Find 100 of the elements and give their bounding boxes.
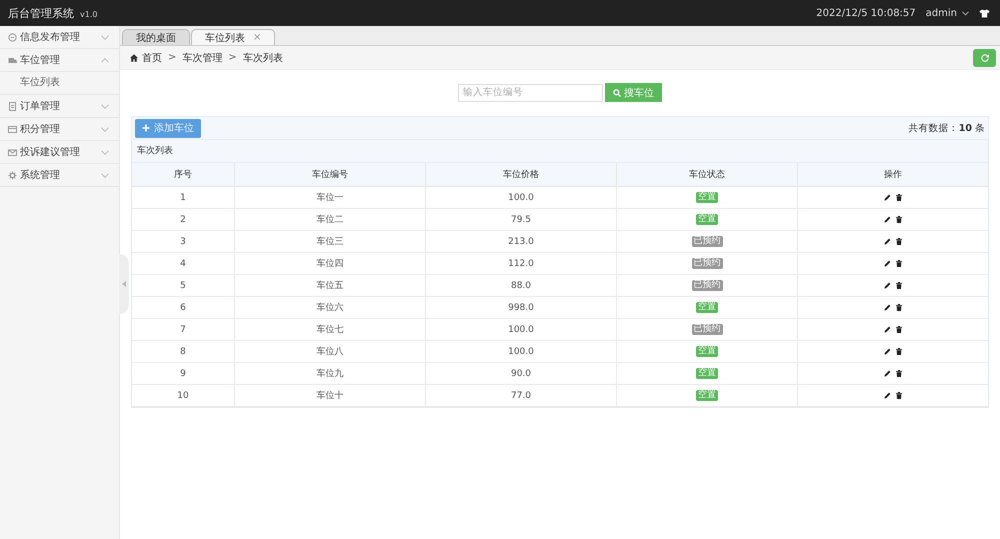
- table-cell: 213.0: [426, 230, 616, 252]
- home-icon: [130, 54, 138, 62]
- delete-button[interactable]: [896, 238, 902, 245]
- edit-button[interactable]: [884, 326, 891, 333]
- plus-icon: [142, 124, 150, 132]
- user-menu[interactable]: admin: [926, 8, 969, 18]
- tab[interactable]: 我的桌面: [122, 29, 190, 45]
- chevron-down-icon: [101, 172, 109, 178]
- search-field[interactable]: 输入车位编号: [458, 84, 603, 102]
- refresh-icon: [980, 54, 988, 62]
- delete-button[interactable]: [896, 304, 902, 311]
- table-cell: 9: [132, 362, 234, 384]
- pencil-icon: [884, 194, 891, 201]
- breadcrumb-separator: >: [228, 52, 237, 63]
- table-cell: 6: [132, 296, 234, 318]
- pencil-icon: [884, 370, 891, 377]
- column-header: 车位价格: [426, 163, 616, 186]
- delete-button[interactable]: [896, 282, 902, 289]
- edit-button[interactable]: [884, 216, 891, 223]
- table-cell: 5: [132, 274, 234, 296]
- table-cell: 车位四: [234, 252, 426, 274]
- edit-button[interactable]: [884, 392, 891, 399]
- table-cell: 车位五: [234, 274, 426, 296]
- gear-icon: [8, 170, 17, 180]
- table-cell: 车位三: [234, 230, 426, 252]
- table-cell: 100.0: [426, 186, 616, 208]
- trash-icon: [896, 282, 902, 289]
- chevron-down-icon: [101, 150, 109, 154]
- delete-button[interactable]: [896, 370, 902, 377]
- delete-button[interactable]: [896, 326, 902, 333]
- table-cell: 100.0: [426, 318, 616, 340]
- delete-button[interactable]: [896, 260, 902, 267]
- caret-left-icon: [122, 281, 126, 287]
- breadcrumb-separator: >: [168, 52, 176, 63]
- chevron-down-icon: [101, 34, 109, 40]
- sidebar-item[interactable]: 订单管理: [0, 95, 119, 118]
- table-cell: 4: [132, 252, 234, 274]
- pencil-icon: [884, 392, 891, 399]
- breadcrumb-link[interactable]: 车次管理: [182, 50, 222, 64]
- table-cell: 3: [132, 230, 234, 252]
- status-tag: 空置: [696, 390, 718, 401]
- pencil-icon: [884, 326, 891, 333]
- table-cell: 90.0: [426, 362, 616, 384]
- edit-button[interactable]: [884, 194, 891, 201]
- pencil-icon: [884, 282, 891, 289]
- sidebar-item[interactable]: 系统管理: [0, 164, 119, 187]
- breadcrumb-link[interactable]: 车次列表: [242, 50, 283, 64]
- chevron-down-icon: [101, 104, 109, 108]
- table-cell: 112.0: [426, 252, 616, 274]
- table-cell: 车位二: [234, 208, 426, 230]
- t-shirt-icon: [979, 8, 990, 18]
- edit-button[interactable]: [884, 370, 891, 377]
- sidebar-subitem[interactable]: 车位列表: [0, 72, 119, 95]
- edit-button[interactable]: [884, 260, 891, 267]
- edit-button[interactable]: [884, 348, 891, 355]
- chevron-up-icon: [101, 58, 109, 62]
- version-label: v1.0: [80, 10, 98, 18]
- trash-icon: [896, 392, 902, 399]
- trash-icon: [896, 194, 902, 201]
- trash-icon: [896, 348, 902, 355]
- datetime-text: 2022/12/5 10:08:57: [816, 8, 916, 18]
- table-cell: 车位九: [234, 362, 426, 384]
- table-cell: 车位十: [234, 384, 426, 406]
- tab[interactable]: 车位列表 ×: [191, 29, 276, 45]
- collapse-handle[interactable]: [119, 254, 129, 314]
- card-icon: [8, 124, 17, 134]
- status-tag: 空置: [696, 302, 718, 313]
- status-tag: 已预约: [692, 236, 722, 247]
- table-cell: 100.0: [426, 340, 616, 362]
- edit-button[interactable]: [884, 304, 891, 311]
- table-cell: 车位六: [234, 296, 426, 318]
- trash-icon: [896, 238, 902, 245]
- status-tag: 空置: [696, 346, 718, 357]
- status-tag: 空置: [696, 214, 718, 225]
- sidebar-item[interactable]: 信息发布管理: [0, 26, 119, 49]
- breadcrumb-link[interactable]: 首页: [142, 50, 162, 64]
- column-header: 操作: [798, 163, 988, 186]
- status-tag: 已预约: [692, 258, 722, 269]
- table-cell: 车位八: [234, 340, 426, 362]
- delete-button[interactable]: [896, 348, 902, 355]
- table-cell: 车位一: [234, 186, 426, 208]
- table-cell: 8: [132, 340, 234, 362]
- table-cell: 77.0: [426, 384, 616, 406]
- pencil-icon: [884, 216, 891, 223]
- delete-button[interactable]: [896, 194, 902, 201]
- edit-button[interactable]: [884, 238, 891, 245]
- app-title: 后台管理系统: [8, 6, 74, 20]
- table-title: 车次列表: [132, 140, 988, 163]
- delete-button[interactable]: [896, 216, 902, 223]
- delete-button[interactable]: [896, 392, 902, 399]
- truck-icon: [8, 56, 17, 64]
- trash-icon: [896, 370, 902, 377]
- table-cell: 88.0: [426, 274, 616, 296]
- sidebar-item[interactable]: 积分管理: [0, 118, 119, 141]
- status-tag: 已预约: [692, 280, 722, 291]
- edit-button[interactable]: [884, 282, 891, 289]
- table-cell: 1: [132, 186, 234, 208]
- document-icon: [8, 102, 17, 110]
- sidebar-item[interactable]: 投诉建议管理: [0, 141, 119, 164]
- sidebar-item[interactable]: 车位管理: [0, 49, 119, 72]
